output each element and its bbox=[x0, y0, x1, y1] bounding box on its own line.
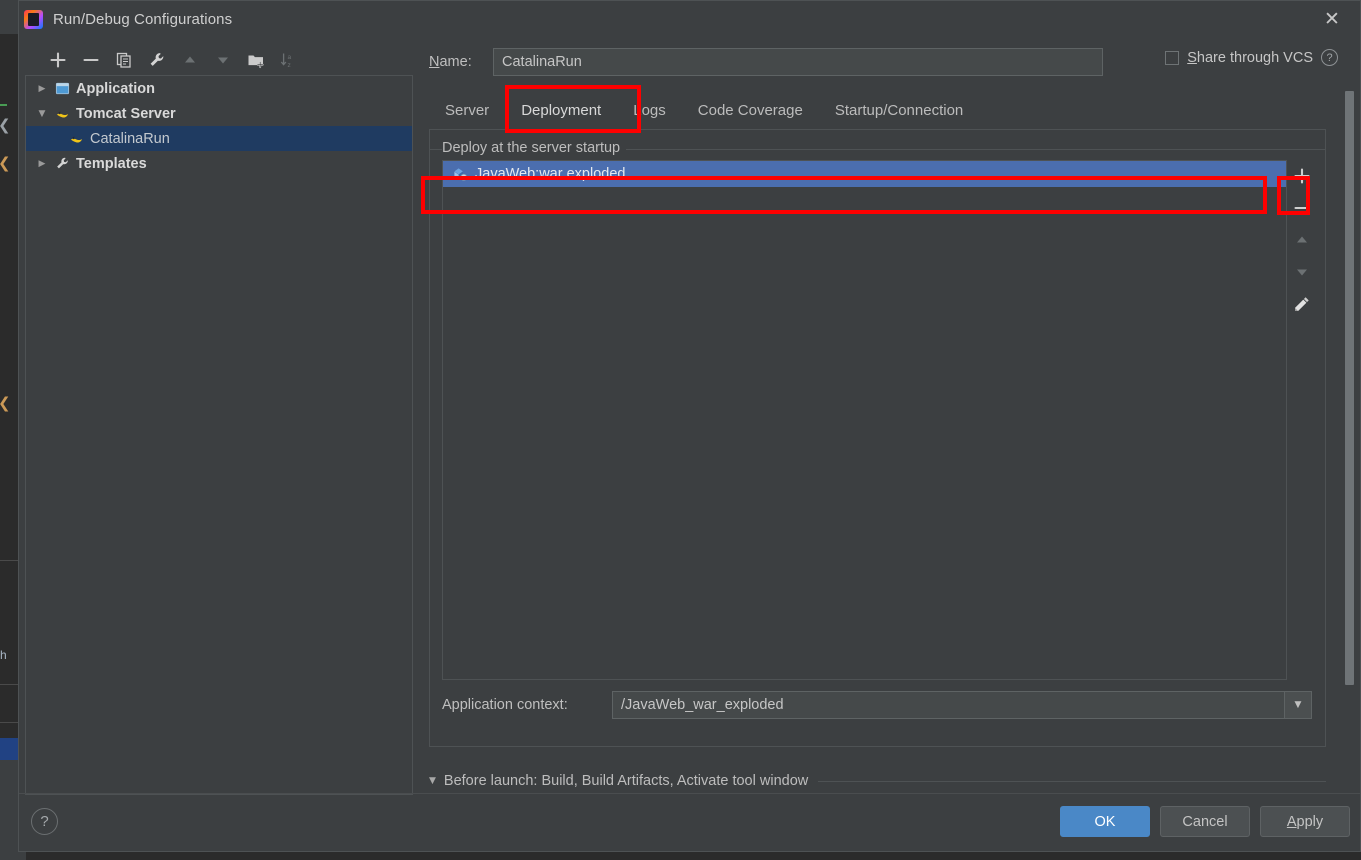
share-through-vcs-row: Share through VCS ? bbox=[1165, 49, 1338, 66]
background-chevron-icon: ❮ bbox=[0, 396, 11, 411]
footer-button-group: OK Cancel Apply bbox=[1060, 806, 1350, 837]
dialog-titlebar: IJ Run/Debug Configurations ✕ bbox=[19, 1, 1360, 37]
tree-item-label: CatalinaRun bbox=[90, 130, 170, 147]
artifact-list-toolbar bbox=[1285, 160, 1319, 320]
share-vcs-label-rest: hare through VCS bbox=[1196, 49, 1313, 66]
tomcat-icon bbox=[52, 106, 72, 121]
chevron-right-icon[interactable]: ▶ bbox=[32, 159, 52, 169]
background-statusbar bbox=[0, 760, 18, 860]
background-divider bbox=[0, 684, 18, 685]
sort-configurations-button[interactable]: a z bbox=[272, 46, 305, 74]
add-artifact-button[interactable] bbox=[1287, 160, 1317, 192]
chevron-down-icon[interactable]: ▼ bbox=[429, 776, 436, 786]
remove-configuration-button[interactable] bbox=[74, 46, 107, 74]
dialog-footer: ? OK Cancel Apply bbox=[19, 793, 1360, 851]
move-artifact-up-button[interactable] bbox=[1287, 224, 1317, 256]
remove-artifact-button[interactable] bbox=[1287, 192, 1317, 224]
background-divider bbox=[0, 722, 18, 723]
background-chevron-icon: ❮ bbox=[0, 118, 11, 133]
configurations-toolbar: a z bbox=[41, 45, 421, 75]
name-label: Name: bbox=[429, 54, 493, 70]
tab-logs[interactable]: Logs bbox=[617, 93, 682, 127]
tree-item-catalinarun[interactable]: CatalinaRun bbox=[26, 126, 412, 151]
apply-label-rest: pply bbox=[1296, 813, 1324, 830]
name-mnemonic: N bbox=[429, 54, 440, 70]
share-vcs-mnemonic: S bbox=[1187, 49, 1197, 66]
background-editor bbox=[0, 0, 18, 760]
tab-code-coverage[interactable]: Code Coverage bbox=[682, 93, 819, 127]
move-artifact-down-button[interactable] bbox=[1287, 256, 1317, 288]
edit-templates-button[interactable] bbox=[140, 46, 173, 74]
move-up-button[interactable] bbox=[173, 46, 206, 74]
application-context-label: Application context: bbox=[442, 697, 568, 713]
application-icon bbox=[52, 81, 72, 96]
deploy-legend-label: Deploy at the server startup bbox=[442, 140, 627, 156]
tree-item-label: Application bbox=[76, 80, 155, 97]
settings-tabs: Server Deployment Logs Code Coverage Sta… bbox=[429, 93, 979, 127]
settings-scrollbar[interactable] bbox=[1343, 87, 1356, 797]
background-toolbar bbox=[0, 0, 18, 34]
name-row: Name: bbox=[429, 47, 1129, 77]
artifact-label: JavaWeb:war exploded bbox=[475, 166, 626, 182]
artifact-icon bbox=[451, 167, 469, 182]
share-vcs-checkbox[interactable] bbox=[1165, 50, 1180, 65]
application-context-row: Application context: /JavaWeb_war_explod… bbox=[442, 690, 1312, 720]
application-context-value[interactable]: /JavaWeb_war_exploded bbox=[613, 697, 1284, 713]
apply-mnemonic: A bbox=[1286, 813, 1297, 830]
move-down-button[interactable] bbox=[206, 46, 239, 74]
close-icon[interactable]: ✕ bbox=[1312, 5, 1352, 33]
chevron-down-icon[interactable]: ▼ bbox=[32, 109, 52, 119]
background-divider bbox=[0, 560, 18, 561]
background-text: h bbox=[0, 648, 7, 662]
scrollbar-thumb[interactable] bbox=[1345, 91, 1354, 685]
deployment-settings-pane: Deploy at the server startup JavaWeb:war… bbox=[429, 129, 1326, 747]
tomcat-icon bbox=[66, 131, 86, 146]
tree-item-label: Templates bbox=[76, 155, 147, 172]
background-marker bbox=[0, 104, 7, 106]
chevron-right-icon[interactable]: ▶ bbox=[32, 84, 52, 94]
wrench-icon bbox=[52, 156, 72, 171]
tab-server[interactable]: Server bbox=[429, 93, 505, 127]
chevron-down-icon[interactable]: ▼ bbox=[1284, 692, 1311, 718]
intellij-idea-icon: IJ bbox=[24, 9, 43, 29]
background-selected-row bbox=[0, 738, 18, 760]
run-debug-configurations-dialog: IJ Run/Debug Configurations ✕ a z ▶ Appl… bbox=[18, 0, 1361, 852]
tab-startup-connection[interactable]: Startup/Connection bbox=[819, 93, 979, 127]
svg-text:z: z bbox=[287, 62, 290, 69]
application-context-combobox[interactable]: /JavaWeb_war_exploded ▼ bbox=[612, 691, 1312, 719]
svg-text:a: a bbox=[287, 54, 291, 61]
tree-item-templates[interactable]: ▶ Templates bbox=[26, 151, 412, 176]
share-vcs-label[interactable]: Share through VCS bbox=[1187, 50, 1313, 66]
help-button[interactable]: ? bbox=[31, 808, 58, 835]
copy-configuration-button[interactable] bbox=[107, 46, 140, 74]
before-launch-label: Before launch: Build, Build Artifacts, A… bbox=[443, 773, 809, 789]
name-input[interactable] bbox=[493, 48, 1103, 76]
new-folder-button[interactable] bbox=[239, 46, 272, 74]
ok-button[interactable]: OK bbox=[1060, 806, 1150, 837]
background-chevron-icon: ❮ bbox=[0, 156, 11, 171]
name-label-rest: ame: bbox=[439, 54, 472, 70]
dialog-title: Run/Debug Configurations bbox=[53, 10, 233, 28]
edit-artifact-button[interactable] bbox=[1287, 288, 1317, 320]
artifact-row[interactable]: JavaWeb:war exploded bbox=[443, 161, 1286, 187]
apply-button[interactable]: Apply bbox=[1260, 806, 1350, 837]
tree-item-label: Tomcat Server bbox=[76, 105, 176, 122]
configurations-tree[interactable]: ▶ Application ▼ Tomcat Server CatalinaRu… bbox=[25, 75, 413, 795]
tree-item-application[interactable]: ▶ Application bbox=[26, 76, 412, 101]
cancel-button[interactable]: Cancel bbox=[1160, 806, 1250, 837]
deployment-artifacts-list[interactable]: JavaWeb:war exploded bbox=[442, 160, 1287, 680]
tab-deployment[interactable]: Deployment bbox=[505, 93, 617, 127]
question-mark-icon[interactable]: ? bbox=[1321, 49, 1338, 66]
before-launch-divider bbox=[818, 780, 1326, 782]
add-configuration-button[interactable] bbox=[41, 46, 74, 74]
tree-item-tomcat-server[interactable]: ▼ Tomcat Server bbox=[26, 101, 412, 126]
